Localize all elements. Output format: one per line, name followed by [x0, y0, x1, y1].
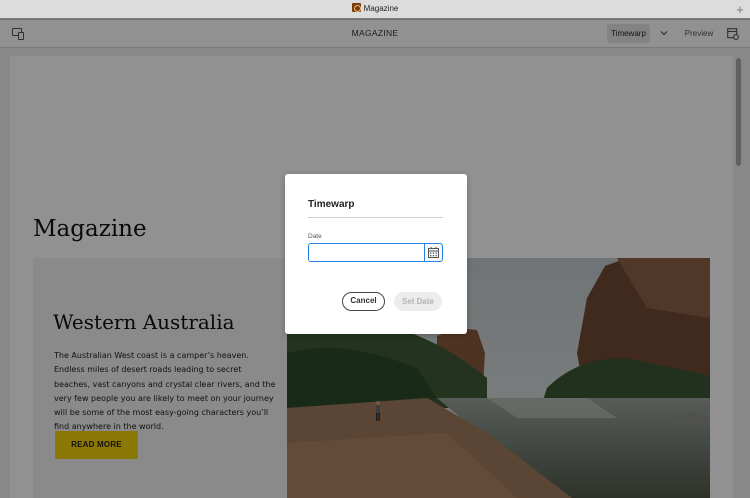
dialog-title: Timewarp: [308, 199, 355, 210]
favicon-icon: [351, 3, 361, 12]
browser-tab[interactable]: Magazine: [0, 3, 750, 13]
browser-tab-title: Magazine: [363, 4, 399, 13]
dialog-divider: [308, 217, 443, 218]
set-date-button[interactable]: Set Date: [394, 292, 442, 311]
calendar-icon: [428, 247, 439, 258]
new-tab-button[interactable]: +: [733, 1, 747, 18]
date-label: Date: [308, 233, 322, 240]
browser-tab-bar: Magazine +: [0, 0, 750, 20]
cancel-button[interactable]: Cancel: [342, 292, 385, 311]
calendar-button[interactable]: [424, 243, 443, 262]
timewarp-dialog: Timewarp Date Cancel Set Date: [285, 174, 467, 334]
date-input[interactable]: [308, 243, 424, 262]
